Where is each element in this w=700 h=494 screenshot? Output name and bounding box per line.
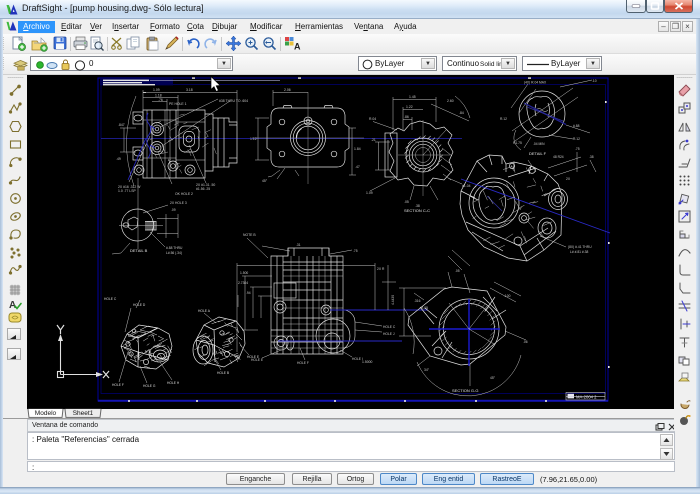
svg-text:1.09: 1.09 xyxy=(366,191,373,195)
svg-text:MA-2004 2: MA-2004 2 xyxy=(576,395,597,400)
svg-text:.847: .847 xyxy=(118,123,125,127)
svg-text:L# #.81 #.38: L# #.81 #.38 xyxy=(570,250,588,254)
svg-text:#1.56 .25: #1.56 .25 xyxy=(196,187,210,191)
svg-text:.316: .316 xyxy=(414,299,421,303)
svg-text:HOLE A: HOLE A xyxy=(198,309,211,313)
svg-text:R.05: R.05 xyxy=(421,306,428,310)
svg-text:HOLE H: HOLE H xyxy=(167,381,180,385)
svg-text:HOLE C: HOLE C xyxy=(383,325,396,329)
svg-text:.75: .75 xyxy=(575,147,580,151)
svg-text:3.18: 3.18 xyxy=(186,88,193,92)
svg-text:NOTE B: NOTE B xyxy=(243,233,256,237)
svg-text:.06: .06 xyxy=(523,340,528,344)
svg-text:.49: .49 xyxy=(116,157,121,161)
svg-text:.100: .100 xyxy=(504,294,511,298)
svg-text:(4X) R.04 MAX: (4X) R.04 MAX xyxy=(524,81,547,85)
svg-text:DETAIL B: DETAIL B xyxy=(130,248,148,253)
svg-text:R1.75: R1.75 xyxy=(513,141,522,145)
svg-text:4.4430: 4.4430 xyxy=(391,295,395,305)
svg-text:.31: .31 xyxy=(296,243,301,247)
svg-text:#38 THRU TO .604: #38 THRU TO .604 xyxy=(219,99,248,103)
svg-text:.94: .94 xyxy=(246,291,251,295)
svg-text:R.12: R.12 xyxy=(573,137,580,141)
svg-text:1.500: 1.500 xyxy=(240,271,248,275)
svg-text:PE HOLE 1: PE HOLE 1 xyxy=(169,102,187,106)
svg-text:HOLE F: HOLE F xyxy=(297,361,309,365)
svg-text:DETAIL F: DETAIL F xyxy=(529,151,547,156)
svg-text:#.88 THRU: #.88 THRU xyxy=(166,246,183,250)
svg-text:HOLE B: HOLE B xyxy=(217,371,230,375)
svg-text:1.09: 1.09 xyxy=(153,88,160,92)
svg-text:.05: .05 xyxy=(404,200,409,204)
svg-text:2.06: 2.06 xyxy=(284,88,291,92)
svg-text:45°: 45° xyxy=(262,179,268,183)
svg-text:HOLE C: HOLE C xyxy=(104,297,117,301)
svg-text:1.84: 1.84 xyxy=(354,147,361,151)
svg-text:1.0 .77 LSP: 1.0 .77 LSP xyxy=(118,189,136,193)
svg-text:.38: .38 xyxy=(589,155,594,159)
svg-text:A: A xyxy=(294,42,301,52)
svg-text:HOLE J: HOLE J xyxy=(383,332,395,336)
svg-text:2X: 2X xyxy=(566,177,571,181)
svg-text:OK HOLE 2: OK HOLE 2 xyxy=(175,192,193,196)
svg-text:.47: .47 xyxy=(355,165,360,169)
svg-text:HOLE F: HOLE F xyxy=(112,383,124,387)
svg-text:(8X) #.41 THRU: (8X) #.41 THRU xyxy=(568,245,592,249)
svg-text:.86: .86 xyxy=(404,115,409,119)
svg-text:.09: .09 xyxy=(171,208,176,212)
svg-text:2X HOLE 3: 2X HOLE 3 xyxy=(170,201,187,205)
svg-text:R.12: R.12 xyxy=(500,117,507,121)
svg-text:SECTION C-C: SECTION C-C xyxy=(404,208,430,213)
svg-text:.21: .21 xyxy=(371,138,376,142)
svg-text:.84: .84 xyxy=(459,111,464,115)
svg-text:.05: .05 xyxy=(455,269,460,273)
svg-text:.76: .76 xyxy=(158,98,163,102)
svg-text:48 R24: 48 R24 xyxy=(553,155,564,159)
svg-text:.04 MIN: .04 MIN xyxy=(533,142,545,146)
svg-text:2.60: 2.60 xyxy=(447,99,454,103)
svg-text:SECTION G-G: SECTION G-G xyxy=(452,388,478,393)
svg-text:HOLE G: HOLE G xyxy=(143,384,156,388)
svg-text:R.04: R.04 xyxy=(369,117,376,121)
svg-text:1.5000: 1.5000 xyxy=(362,360,372,364)
svg-text:2X R: 2X R xyxy=(377,267,385,271)
svg-text:34°: 34° xyxy=(424,368,430,372)
svg-text:HOLE E: HOLE E xyxy=(247,355,260,359)
svg-text:1.22: 1.22 xyxy=(406,105,413,109)
svg-text:1.45: 1.45 xyxy=(409,95,416,99)
svg-text:45°: 45° xyxy=(490,376,496,380)
svg-text:1.12: 1.12 xyxy=(250,137,257,141)
svg-text:#.88: #.88 xyxy=(573,124,580,128)
svg-text:HOLE D: HOLE D xyxy=(133,303,146,307)
svg-text:2.7304: 2.7304 xyxy=(238,281,248,285)
svg-text:L#.56 (.34): L#.56 (.34) xyxy=(166,251,182,255)
svg-text:.75: .75 xyxy=(353,249,358,253)
svg-text:.10: .10 xyxy=(592,79,597,83)
